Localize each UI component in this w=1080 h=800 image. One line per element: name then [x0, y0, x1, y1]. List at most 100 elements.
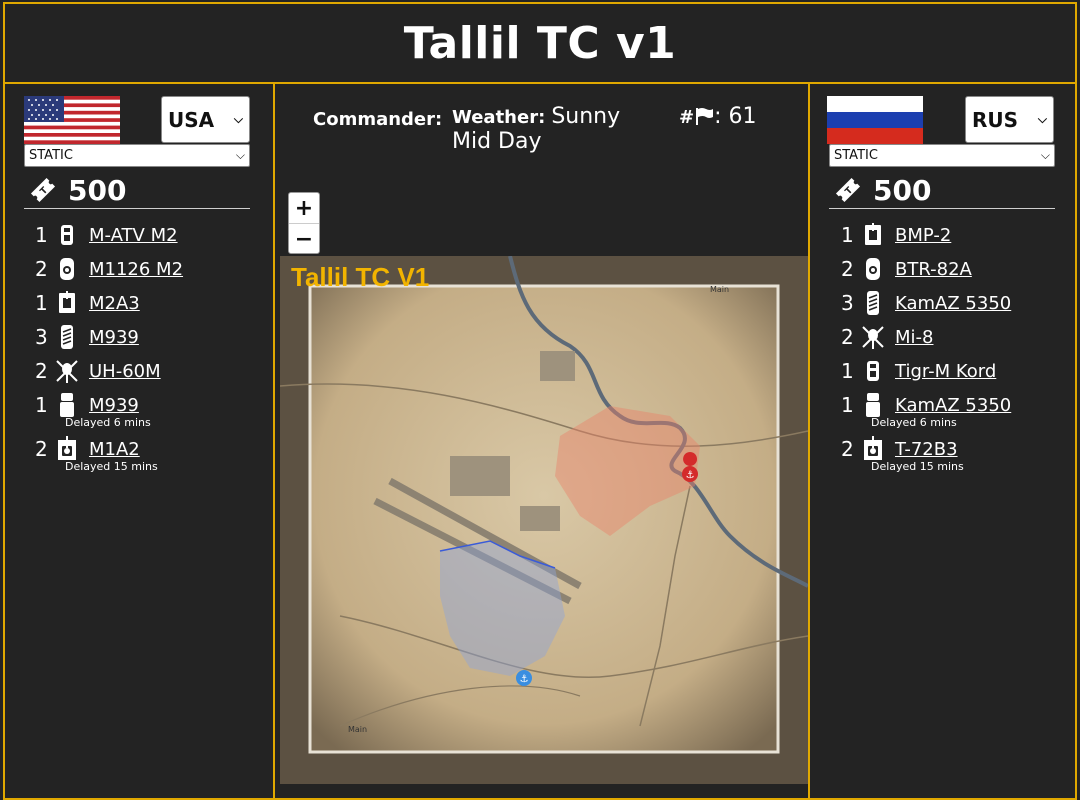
transport-truck-icon [866, 393, 880, 417]
main-base-label-rus: Main [710, 285, 729, 294]
ifv-icon [865, 223, 881, 245]
unit-quantity: 2 [35, 257, 48, 281]
svg-text:⚓: ⚓ [686, 470, 695, 481]
unit-name-link[interactable]: T-72B3 [895, 439, 958, 460]
weather-label: Weather: [452, 107, 546, 128]
unit-quantity: 2 [841, 437, 854, 461]
page-title: Tallil TC v1 [403, 17, 677, 69]
unit-quantity: 1 [841, 393, 854, 417]
unit-name-link[interactable]: BTR-82A [895, 259, 972, 280]
svg-text:⚓: ⚓ [520, 674, 529, 685]
commander-info: Commander: [313, 108, 442, 130]
unit-delay-note: Delayed 6 mins [871, 416, 957, 429]
map-image: ⚓ ⚓ Main Main [279, 255, 809, 784]
unit-name-link[interactable]: M939 [89, 327, 139, 348]
transport-truck-icon [60, 393, 74, 417]
unit-name-link[interactable]: KamAZ 5350 [895, 293, 1011, 314]
usa-flag-icon [24, 96, 120, 144]
team-panel-left: USA ⌵ STATIC ⌵ T 500 1 M-ATV M2 2 M1126 M2 1… [5, 84, 273, 798]
flag-count: # : 61 [679, 104, 757, 129]
mode-select-left[interactable]: STATIC ⌵ [24, 144, 250, 167]
unit-row: 1 M-ATV M2 [35, 218, 265, 252]
unit-name-link[interactable]: Mi-8 [895, 327, 933, 348]
logistics-truck-icon [61, 325, 73, 349]
unit-name-link[interactable]: KamAZ 5350 [895, 395, 1011, 416]
unit-quantity: 2 [35, 359, 48, 383]
flag-count-label: # [679, 107, 695, 128]
zoom-in-button[interactable]: + [289, 193, 319, 224]
unit-name-link[interactable]: BMP-2 [895, 225, 951, 246]
flag-icon [696, 108, 714, 125]
unit-list-left: 1 M-ATV M2 2 M1126 M2 1 M2A3 3 M939 2 UH-60M 1 M939… [35, 218, 265, 476]
unit-name-link[interactable]: Tigr-M Kord [895, 361, 996, 382]
unit-quantity: 1 [841, 359, 854, 383]
match-info: Commander: Weather: Sunny Mid Day # : 61 [275, 102, 808, 162]
map-title: Tallil TC V1 [291, 262, 430, 292]
ifv-icon [59, 291, 75, 313]
unit-row: 1 M2A3 [35, 286, 265, 320]
russia-flag-icon [827, 96, 923, 144]
tank-icon [58, 436, 76, 460]
team-panel-right: RUS ⌵ STATIC ⌵ T 500 1 BMP-2 2 BTR-82A 3 KamA… [808, 84, 1075, 798]
main-base-label-usa: Main [348, 725, 367, 734]
mode-select-value: STATIC [29, 148, 73, 163]
unit-row: 1 BMP-2 [841, 218, 1071, 252]
unit-quantity: 2 [35, 437, 48, 461]
tickets-value: 500 [68, 173, 127, 207]
logistics-truck-icon [867, 291, 879, 315]
chevron-down-icon: ⌵ [235, 148, 245, 162]
chevron-down-icon: ⌵ [1037, 112, 1047, 126]
mode-select-value: STATIC [834, 148, 878, 163]
mrap-icon [867, 361, 879, 381]
unit-name-link[interactable]: M1126 M2 [89, 259, 183, 280]
tickets-value: 500 [873, 173, 932, 207]
commander-label: Commander: [313, 109, 443, 130]
unit-list-right: 1 BMP-2 2 BTR-82A 3 KamAZ 5350 2 Mi-8 1 Tigr-M Ko… [841, 218, 1071, 476]
unit-name-link[interactable]: M939 [89, 395, 139, 416]
app-frame: Tallil TC v1 USA ⌵ STATIC ⌵ T 500 1 M-AT… [3, 2, 1077, 800]
unit-quantity: 1 [35, 393, 48, 417]
mode-select-right[interactable]: STATIC ⌵ [829, 144, 1055, 167]
unit-delay-note: Delayed 15 mins [65, 460, 158, 473]
map-panel: Commander: Weather: Sunny Mid Day #: 61 … [273, 84, 810, 798]
unit-quantity: 2 [841, 257, 854, 281]
tickets-right: T 500 [829, 172, 1055, 209]
faction-select-value: RUS [972, 107, 1019, 132]
unit-row: 2 M1126 M2 [35, 252, 265, 286]
faction-select-right[interactable]: RUS ⌵ [965, 96, 1054, 143]
flag-count-value: : 61 [714, 104, 757, 129]
unit-delay-note: Delayed 6 mins [65, 416, 151, 429]
usa-main-marker-icon: ⚓ [516, 670, 532, 686]
unit-row: 3 M939 [35, 320, 265, 354]
unit-row: 2 UH-60M [35, 354, 265, 388]
unit-delay-note: Delayed 15 mins [871, 460, 964, 473]
chevron-down-icon: ⌵ [233, 112, 243, 126]
chevron-down-icon: ⌵ [1040, 148, 1050, 162]
unit-row: 1 Tigr-M Kord [841, 354, 1071, 388]
apc-icon [866, 258, 880, 280]
unit-quantity: 1 [35, 223, 48, 247]
map-zoom-control: + − [288, 192, 320, 254]
unit-name-link[interactable]: UH-60M [89, 361, 161, 382]
faction-select-value: USA [168, 107, 215, 132]
page-header: Tallil TC v1 [5, 4, 1075, 84]
tickets-left: T 500 [24, 172, 250, 209]
ticket-icon: T [30, 177, 56, 203]
unit-quantity: 3 [841, 291, 854, 315]
unit-name-link[interactable]: M2A3 [89, 293, 140, 314]
unit-quantity: 3 [35, 325, 48, 349]
zoom-out-button[interactable]: − [289, 224, 319, 254]
faction-select-left[interactable]: USA ⌵ [161, 96, 250, 143]
unit-name-link[interactable]: M-ATV M2 [89, 225, 178, 246]
helicopter-icon [56, 360, 78, 383]
unit-name-link[interactable]: M1A2 [89, 439, 140, 460]
unit-row: 2 BTR-82A [841, 252, 1071, 286]
unit-quantity: 1 [841, 223, 854, 247]
apc-icon [60, 258, 74, 280]
helicopter-icon [862, 326, 884, 349]
ticket-icon: T [835, 177, 861, 203]
map-view[interactable]: ⚓ ⚓ Main Main Tallil TC V1 [279, 255, 809, 784]
unit-quantity: 2 [841, 325, 854, 349]
unit-row: 2 Mi-8 [841, 320, 1071, 354]
weather-info: Weather: Sunny Mid Day [452, 104, 642, 154]
